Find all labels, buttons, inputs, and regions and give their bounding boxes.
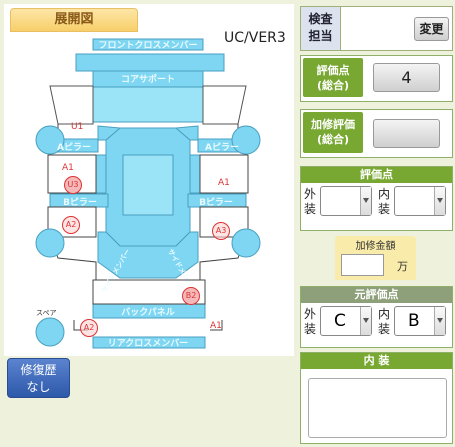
original-exterior-label: 外装	[304, 307, 317, 336]
original-interior-value: B	[408, 311, 420, 331]
original-score-box: 元評価点 外装 C 内装 B	[300, 286, 453, 348]
score-total-label: 評価点 (総合)	[303, 58, 363, 97]
roof-inner	[122, 154, 174, 216]
score-total-button[interactable]: 4	[373, 63, 440, 92]
repair-amount-title: 加修金額	[355, 241, 396, 252]
core-support-label: コアサポート	[121, 73, 175, 85]
change-button[interactable]: 変更	[414, 17, 449, 41]
repair-score-label: 加修評価 (総合)	[303, 112, 363, 153]
original-score-title: 元評価点	[301, 287, 452, 303]
score-total-row: 評価点 (総合) 4	[300, 55, 453, 102]
inspector-box: 検査 担当 変更	[300, 6, 453, 51]
repair-score-button[interactable]	[373, 119, 440, 148]
inspector-label-line2: 担当	[308, 29, 333, 43]
chevron-down-icon	[360, 187, 371, 215]
interior-box: 内 装	[300, 352, 453, 444]
a-pillar-left-label: Aピラー	[57, 141, 91, 153]
chevron-down-icon	[434, 187, 445, 215]
chevron-down-icon	[360, 307, 371, 335]
side-strip-left	[95, 154, 107, 194]
repair-score-label-line1: 加修評価	[311, 118, 355, 131]
side-right-top	[202, 85, 247, 125]
repair-amount-box: 加修金額 万	[335, 236, 416, 280]
side-strip-right	[189, 154, 201, 194]
wheel-rear-right	[231, 228, 261, 258]
mark-a1-right: A1	[218, 178, 230, 188]
repair-score-row: 加修評価 (総合)	[300, 109, 453, 158]
original-interior-label: 内装	[378, 307, 391, 336]
repair-history-line1: 修復歴	[20, 363, 57, 377]
mark-a1-bottom: A1	[210, 321, 222, 331]
b-pillar-left-label: Bピラー	[63, 196, 97, 208]
front-bumper-bar	[75, 53, 225, 72]
repair-history-line2: なし	[26, 380, 51, 394]
mark-u1: U1	[71, 122, 84, 132]
wheel-rear-left	[35, 228, 65, 258]
mark-a1-left: A1	[62, 163, 74, 173]
rear-cross-member-label: リアクロスメンバー	[108, 338, 189, 349]
score-total-label-line1: 評価点	[316, 64, 350, 77]
score-total-label-line2: (総合)	[316, 79, 350, 92]
score-interior-label: 内装	[378, 187, 391, 216]
vehicle-diagram: フロントクロスメンバー コアサポート Aピラー Aピラー Bピラー Bピラー バ…	[35, 38, 261, 349]
mark-b2: B2	[182, 287, 200, 305]
b-pillar-right-label: Bピラー	[199, 196, 233, 208]
mark-a2-left: A2	[62, 216, 80, 234]
back-panel-label: バックパネル	[121, 306, 175, 318]
spare-label: スペア	[36, 309, 57, 317]
mark-a3: A3	[212, 222, 230, 240]
score-box: 評価点 外装 内装	[300, 166, 453, 231]
front-cross-member-label: フロントクロスメンバー	[98, 40, 197, 51]
score-exterior-select[interactable]	[320, 186, 372, 216]
score-interior-select[interactable]	[394, 186, 446, 216]
a-pillar-right-label: Aピラー	[205, 141, 239, 153]
repair-history-button[interactable]: 修復歴 なし	[7, 358, 70, 398]
spare-tire	[35, 317, 65, 347]
side-left-top	[49, 85, 94, 125]
mark-u3: U3	[64, 176, 82, 194]
mark-a2-bottom: A2	[80, 319, 98, 337]
interior-title: 内 装	[301, 353, 452, 369]
hood-area	[92, 86, 204, 123]
original-exterior-value: C	[334, 311, 346, 331]
original-exterior-select[interactable]: C	[320, 306, 372, 336]
score-title: 評価点	[301, 167, 452, 183]
score-exterior-label: 外装	[304, 187, 317, 216]
repair-score-label-line2: (総合)	[316, 133, 350, 146]
chevron-down-icon	[434, 307, 445, 335]
interior-textarea[interactable]	[308, 378, 447, 438]
repair-amount-input[interactable]	[341, 254, 384, 276]
inspector-label-line1: 検査	[308, 12, 333, 26]
repair-amount-unit: 万	[397, 260, 408, 273]
original-interior-select[interactable]: B	[394, 306, 446, 336]
inspector-label: 検査 担当	[301, 7, 341, 50]
